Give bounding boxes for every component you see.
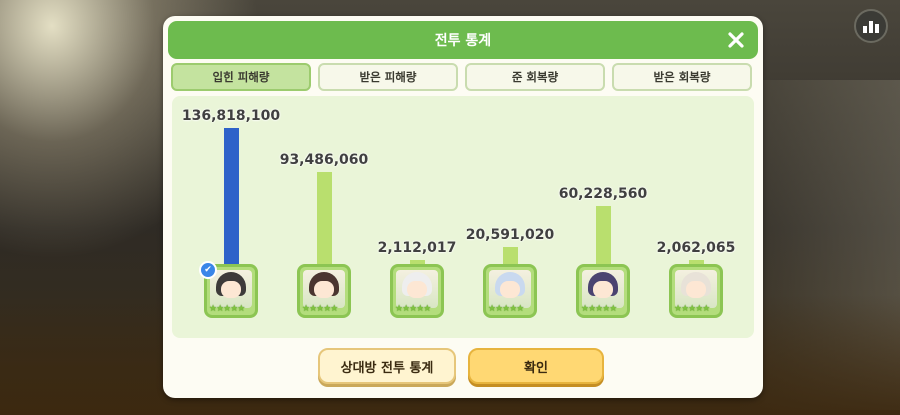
rank-stars-icon: ★★★★★ bbox=[209, 304, 245, 314]
dialog-title: 전투 통계 bbox=[434, 33, 492, 49]
tab-damage-dealt[interactable]: 입힌 피해량 bbox=[171, 63, 311, 91]
character-face bbox=[221, 281, 241, 298]
character-portrait-2[interactable]: ★★★★★ bbox=[297, 264, 351, 318]
rank-stars-icon: ★★★★★ bbox=[395, 304, 431, 314]
character-portrait-5[interactable]: ★★★★★ bbox=[576, 264, 630, 318]
character-face bbox=[686, 281, 706, 298]
value-label-4: 20,591,020 bbox=[465, 227, 555, 243]
bar-1 bbox=[224, 128, 239, 268]
rank-stars-icon: ★★★★★ bbox=[581, 304, 617, 314]
rank-stars-icon: ★★★★★ bbox=[674, 304, 710, 314]
tab-healing-given[interactable]: 준 회복량 bbox=[465, 63, 605, 91]
character-portrait-4[interactable]: ★★★★★ bbox=[483, 264, 537, 318]
opponent-stats-button[interactable]: 상대방 전투 통계 bbox=[318, 348, 456, 384]
rank-stars-icon: ★★★★★ bbox=[488, 304, 524, 314]
character-face bbox=[593, 281, 613, 298]
character-face bbox=[500, 281, 520, 298]
bar-chart-icon[interactable] bbox=[854, 9, 888, 43]
rank-stars-icon: ★★★★★ bbox=[302, 304, 338, 314]
value-label-1: 136,818,100 bbox=[181, 108, 281, 124]
thumbs-up-icon: ✔ bbox=[199, 261, 217, 279]
value-label-6: 2,062,065 bbox=[656, 240, 736, 256]
bar-2 bbox=[317, 172, 332, 268]
stat-tabs: 입힌 피해량 받은 피해량 준 회복량 받은 회복량 bbox=[171, 63, 755, 91]
character-portrait-3[interactable]: ★★★★★ bbox=[390, 264, 444, 318]
character-portrait-6[interactable]: ★★★★★ bbox=[669, 264, 723, 318]
value-label-5: 60,228,560 bbox=[558, 186, 648, 202]
battle-stats-dialog: 전투 통계 입힌 피해량 받은 피해량 준 회복량 받은 회복량 136,818… bbox=[163, 16, 763, 398]
value-label-2: 93,486,060 bbox=[279, 152, 369, 168]
character-face bbox=[407, 281, 427, 298]
tab-damage-taken[interactable]: 받은 피해량 bbox=[318, 63, 458, 91]
confirm-button[interactable]: 확인 bbox=[468, 348, 604, 384]
damage-chart: 136,818,100 ★★★★★ ✔ 93,486,060 ★★★★★ 2,112,01… bbox=[172, 96, 754, 338]
character-face bbox=[314, 281, 334, 298]
close-icon[interactable] bbox=[722, 26, 750, 54]
tab-healing-received[interactable]: 받은 회복량 bbox=[612, 63, 752, 91]
dialog-header: 전투 통계 bbox=[168, 21, 758, 59]
bar-5 bbox=[596, 206, 611, 268]
